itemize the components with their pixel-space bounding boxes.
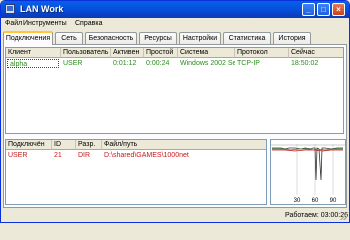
tab-settings[interactable]: Настройки (179, 32, 221, 44)
tab-statistics[interactable]: Статистика (223, 32, 271, 44)
cell-client: alpha (7, 59, 59, 68)
cell-active: 0:01:12 (113, 60, 137, 67)
tab-resources[interactable]: Ресурсы (139, 32, 177, 44)
connections-table[interactable]: Клиент Пользователь Активен Простой Сист… (5, 47, 344, 134)
cell-file-path: D:\shared\GAMES\1000net (104, 152, 189, 159)
graph-tick-60: 60 (312, 198, 319, 204)
menu-file[interactable]: Файл (5, 19, 22, 28)
app-window: LAN Work _ □ × Файл Инструменты Справка … (0, 0, 350, 223)
files-table[interactable]: Подключён ID Разр. Файл/путь USER 21 DIR… (5, 139, 267, 205)
column-header-connected[interactable]: Подключён (6, 140, 52, 150)
tab-connections[interactable]: Подключения (3, 31, 53, 45)
menu-help[interactable]: Справка (75, 19, 102, 28)
tab-security[interactable]: Безопасность (85, 32, 137, 44)
graph-trace-black (272, 147, 343, 181)
resize-grip[interactable] (339, 212, 347, 220)
cell-idle: 0:00:24 (146, 60, 170, 67)
app-icon (5, 4, 15, 14)
cell-id: 21 (54, 152, 62, 159)
cell-permissions: DIR (78, 152, 91, 159)
uptime-status: Работаем: 03:00:26 (285, 212, 348, 219)
column-header-client[interactable]: Клиент (6, 48, 61, 58)
column-header-permissions[interactable]: Разр. (76, 140, 102, 150)
tab-network[interactable]: Сеть (55, 32, 83, 44)
cell-now: 18:50:02 (291, 60, 319, 67)
cell-connected: USER (8, 152, 28, 159)
graph-tick-30: 30 (294, 198, 301, 204)
minimize-button[interactable]: _ (302, 3, 315, 16)
column-header-user[interactable]: Пользователь (61, 48, 111, 58)
menu-tools[interactable]: Инструменты (23, 19, 67, 28)
column-header-protocol[interactable]: Протокол (235, 48, 289, 58)
cell-user: USER (63, 60, 83, 67)
tab-strip: Подключения Сеть Безопасность Ресурсы На… (3, 31, 347, 45)
cell-protocol: TCP-IP (237, 60, 260, 67)
column-header-id[interactable]: ID (52, 140, 76, 150)
menu-bar: Файл Инструменты Справка (1, 18, 349, 29)
graph-tick-90: 90 (330, 198, 337, 204)
close-button[interactable]: × (332, 3, 345, 16)
column-header-active[interactable]: Активен (111, 48, 144, 58)
maximize-button[interactable]: □ (317, 3, 330, 16)
column-header-idle[interactable]: Простой (144, 48, 178, 58)
graph-trace-red (272, 149, 343, 152)
column-header-system[interactable]: Система (178, 48, 235, 58)
column-header-now[interactable]: Сейчас (289, 48, 343, 58)
activity-graph: 30 60 90 (270, 139, 346, 205)
column-header-file-path[interactable]: Файл/путь (102, 140, 266, 150)
activity-graph-svg: 30 60 90 (271, 144, 345, 204)
tab-history[interactable]: История (273, 32, 311, 44)
cell-system: Windows 2002 Se (180, 60, 235, 67)
window-title: LAN Work (20, 4, 64, 14)
title-bar[interactable]: LAN Work _ □ × (1, 1, 349, 18)
